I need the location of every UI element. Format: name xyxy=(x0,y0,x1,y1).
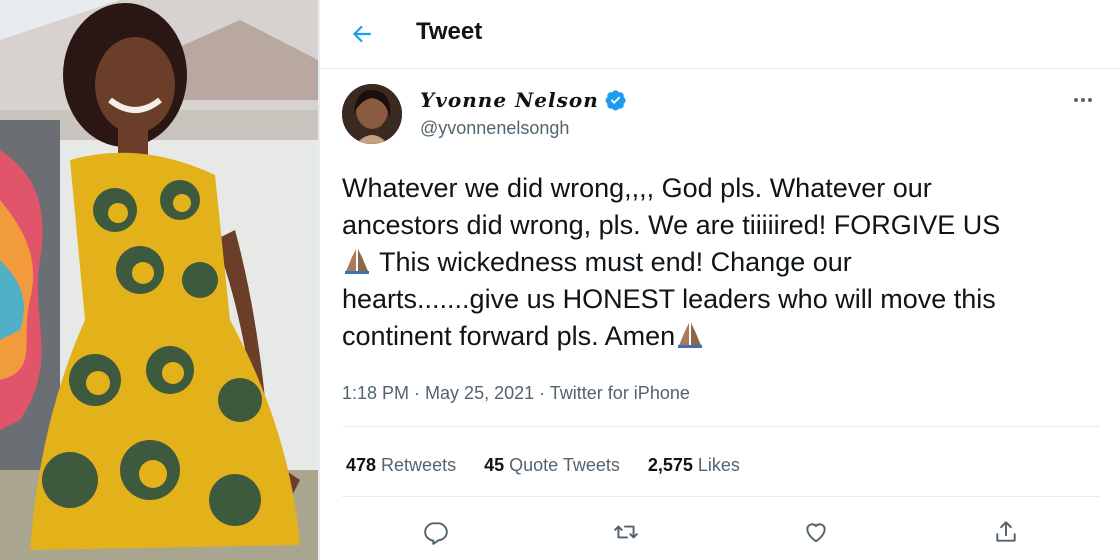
folded-hands-emoji-icon xyxy=(345,249,369,274)
action-bar xyxy=(320,510,1120,554)
meta-separator: · xyxy=(534,383,550,403)
tweet-panel: Tweet Yvonne Nelson @yvonnenelsongh What… xyxy=(320,0,1120,560)
avatar-image xyxy=(342,84,402,144)
likes-count: 2,575 xyxy=(647,455,693,475)
share-button[interactable] xyxy=(984,510,1028,554)
folded-hands-emoji-icon xyxy=(678,323,703,348)
reply-button[interactable] xyxy=(414,510,458,554)
retweets-label: Retweets xyxy=(381,455,457,475)
author-block: Yvonne Nelson @yvonnenelsongh xyxy=(420,88,627,139)
tweet-line: ancestors did wrong, pls. We are tiiiiir… xyxy=(342,210,1001,240)
quote-tweets-count: 45 xyxy=(484,455,505,475)
tweet-line: This wickedness must end! Change our xyxy=(372,247,852,277)
tweet-source[interactable]: Twitter for iPhone xyxy=(550,383,690,403)
more-dot xyxy=(1074,98,1078,102)
user-handle[interactable]: @yvonnenelsongh xyxy=(420,118,627,139)
retweets-stat[interactable]: 478 Retweets xyxy=(346,455,456,476)
more-dot xyxy=(1088,98,1092,102)
photo-illustration xyxy=(0,0,318,560)
tweet-line: continent forward pls. Amen xyxy=(342,321,676,351)
quote-tweets-label: Quote Tweets xyxy=(509,455,620,475)
page-title: Tweet xyxy=(416,18,483,45)
like-icon xyxy=(806,523,826,543)
tweet-line: Whatever we did wrong,,,, God pls. Whate… xyxy=(342,173,932,203)
likes-stat[interactable]: 2,575 Likes xyxy=(648,455,740,476)
meta-separator: · xyxy=(409,383,426,403)
retweet-icon xyxy=(614,525,638,539)
tweet-date[interactable]: May 25, 2021 xyxy=(425,383,534,403)
reply-icon xyxy=(424,522,448,545)
display-name-text: Yvonne Nelson xyxy=(420,88,599,112)
tweet-text: Whatever we did wrong,,,, God pls. Whate… xyxy=(342,170,1082,355)
retweets-count: 478 xyxy=(346,455,377,475)
arrow-left-icon xyxy=(352,25,371,43)
avatar[interactable] xyxy=(342,84,402,144)
verified-badge-icon xyxy=(605,90,626,111)
retweet-button[interactable] xyxy=(604,510,648,554)
share-icon xyxy=(996,521,1016,542)
likes-label: Likes xyxy=(697,455,740,475)
quote-tweets-stat[interactable]: 45 Quote Tweets xyxy=(484,455,620,476)
tweet-time[interactable]: 1:18 PM xyxy=(342,383,409,403)
more-options-button[interactable] xyxy=(1068,88,1098,112)
like-button[interactable] xyxy=(794,510,838,554)
back-button[interactable] xyxy=(344,16,380,52)
top-bar: Tweet xyxy=(320,0,1120,69)
display-name[interactable]: Yvonne Nelson xyxy=(420,88,627,112)
divider xyxy=(342,496,1100,497)
tweet-meta: 1:18 PM · May 25, 2021 · Twitter for iPh… xyxy=(342,383,690,404)
tweet-stats: 478 Retweets 45 Quote Tweets 2,575 Likes xyxy=(346,455,740,476)
attached-photo[interactable] xyxy=(0,0,318,560)
more-dot xyxy=(1081,98,1085,102)
divider xyxy=(342,426,1100,427)
tweet-line: hearts.......give us HONEST leaders who … xyxy=(342,284,996,314)
